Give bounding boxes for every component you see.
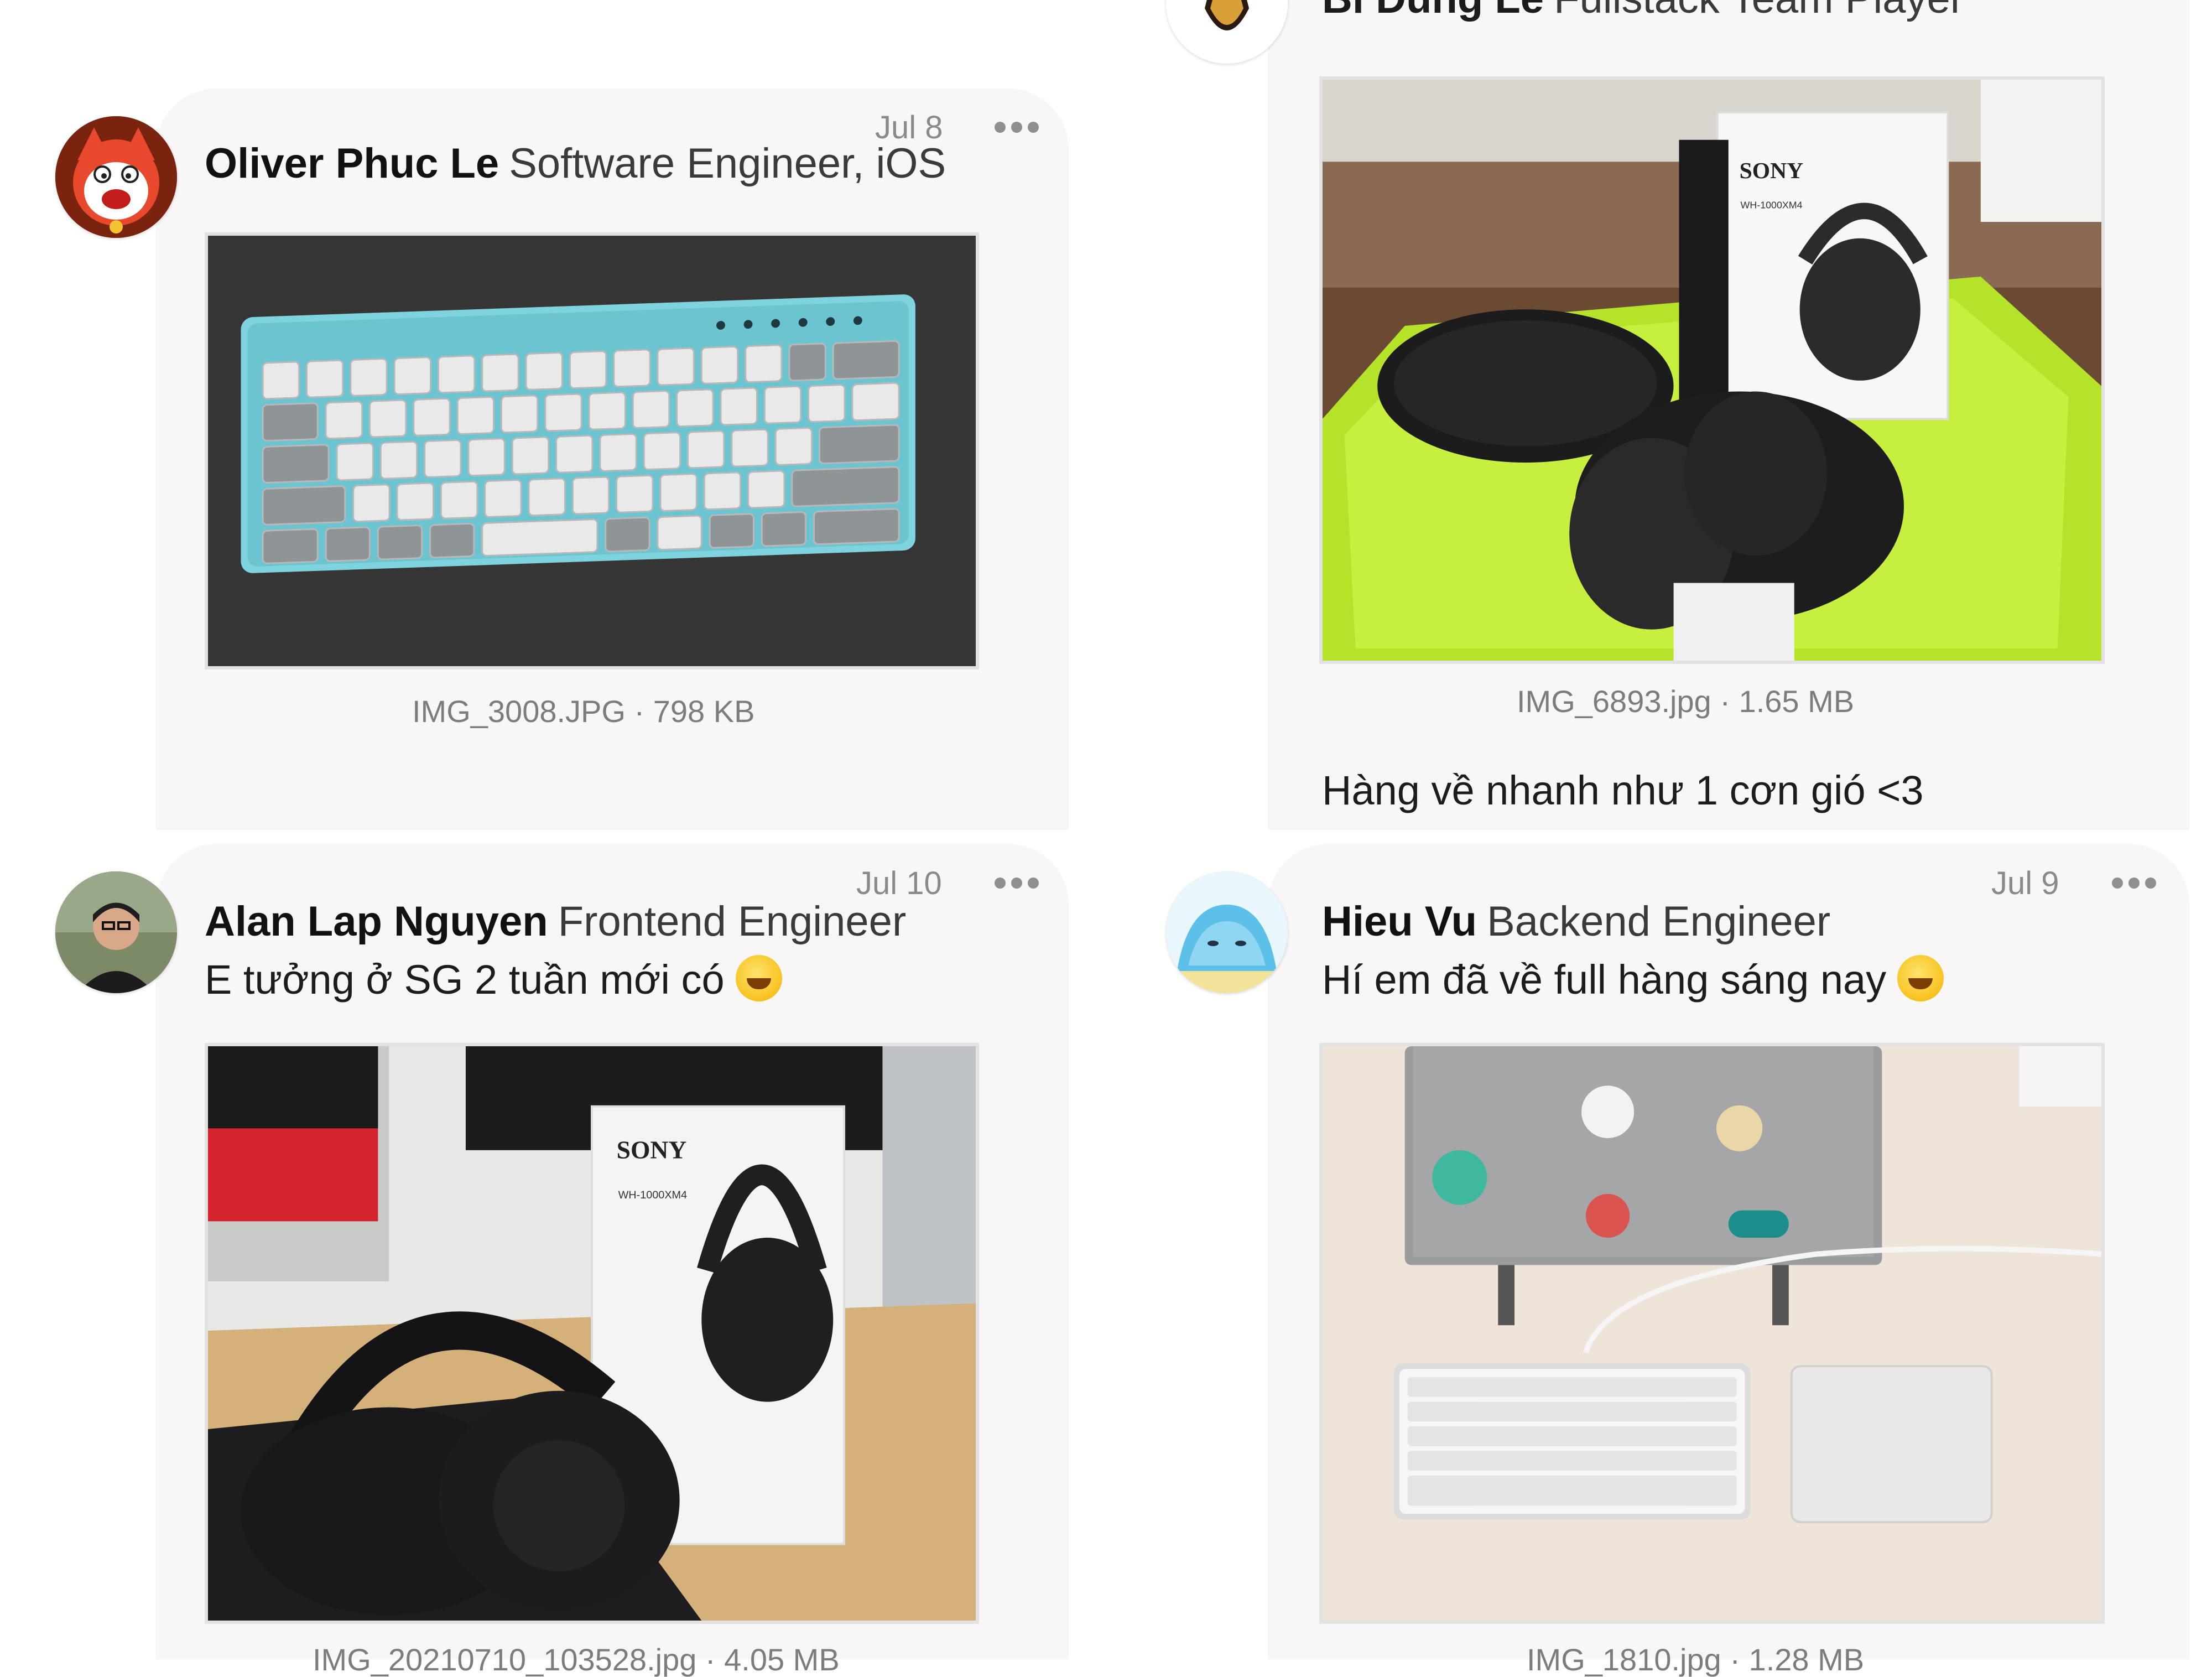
more-icon[interactable]: [995, 121, 1039, 134]
post-message-text: E tưởng ở SG 2 tuần mới có: [205, 957, 725, 1003]
box-model: WH-1000XM4: [618, 1189, 688, 1201]
author-role: Backend Engineer: [1487, 898, 1831, 945]
post-message: Hàng về nhanh như 1 cơn gió <3: [1322, 767, 1924, 813]
savoring-face-emoji-icon: [1897, 955, 1944, 1001]
box-model: WH-1000XM4: [1741, 199, 1803, 210]
avatar[interactable]: [55, 871, 177, 993]
attachment-image[interactable]: [205, 232, 979, 669]
keyboard-photo: [208, 236, 976, 666]
attachment-caption[interactable]: IMG_1810.jpg · 1.28 MB: [1527, 1644, 1864, 1675]
post-header: Alan Lap Nguyen Frontend Engineer: [205, 901, 906, 943]
author-name[interactable]: Alan Lap Nguyen: [205, 898, 548, 945]
cat-avatar-icon: [55, 116, 177, 238]
post-header: Bi Dung Le Fullstack Team Player: [1322, 0, 1964, 20]
laptop-keyboard-trackpad-photo: [1323, 1046, 2101, 1621]
author-role: Frontend Engineer: [558, 898, 907, 945]
grinning-face-emoji-icon: [735, 955, 782, 1001]
post-date: Jul 8: [875, 110, 943, 146]
post-message: Hí em đã về full hàng sáng nay: [1322, 955, 1944, 1001]
box-brand: SONY: [617, 1136, 687, 1164]
person-avatar-icon: [55, 871, 177, 993]
author-name[interactable]: Hieu Vu: [1322, 898, 1477, 945]
attachment-caption[interactable]: IMG_20210710_103528.jpg · 4.05 MB: [313, 1644, 840, 1675]
author-name[interactable]: Bi Dung Le: [1322, 0, 1544, 22]
attachment-image[interactable]: SONY WH-1000XM4: [205, 1043, 979, 1624]
post-date: Jul 9: [1991, 865, 2059, 901]
author-role: Fullstack Team Player: [1554, 0, 1964, 22]
slime-avatar-icon: [1166, 871, 1288, 993]
post-header: Oliver Phuc Le Software Engineer, iOS: [205, 143, 946, 185]
author-name[interactable]: Oliver Phuc Le: [205, 140, 499, 187]
more-icon[interactable]: [2112, 876, 2156, 890]
post-date: Jul 10: [856, 865, 942, 901]
post-message: E tưởng ở SG 2 tuần mới có: [205, 955, 782, 1001]
headphones-desk-photo: SONY WH-1000XM4: [208, 1046, 976, 1621]
more-icon[interactable]: [995, 876, 1039, 890]
avatar[interactable]: [1166, 871, 1288, 993]
author-role: Software Engineer, iOS: [509, 140, 946, 187]
attachment-image[interactable]: [1319, 1043, 2105, 1624]
post-header: Hieu Vu Backend Engineer: [1322, 901, 1830, 943]
attachment-caption[interactable]: IMG_6893.jpg · 1.65 MB: [1517, 686, 1854, 717]
box-brand: SONY: [1740, 158, 1804, 183]
headphones-photo: SONY WH-1000XM4: [1323, 80, 2101, 661]
avatar[interactable]: [55, 116, 177, 238]
attachment-image[interactable]: SONY WH-1000XM4: [1319, 76, 2105, 664]
post-message-text: Hí em đã về full hàng sáng nay: [1322, 957, 1887, 1003]
attachment-caption[interactable]: IMG_3008.JPG · 798 KB: [412, 696, 754, 727]
